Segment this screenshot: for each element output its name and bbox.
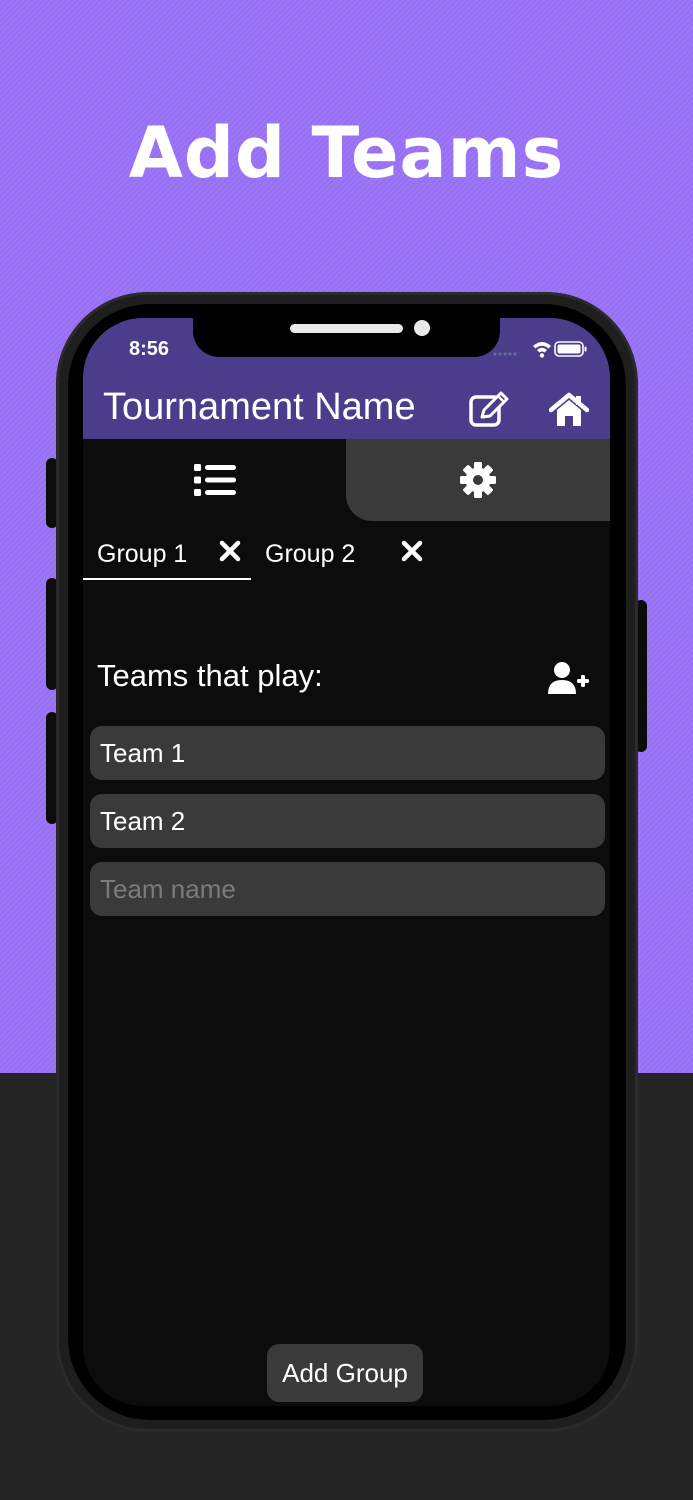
tab-bar: [83, 439, 610, 521]
close-icon[interactable]: [219, 540, 241, 562]
add-team-button[interactable]: [545, 658, 593, 698]
group-tab-2[interactable]: Group 2: [265, 528, 355, 580]
list-icon: [193, 464, 236, 496]
status-bar: 8:56: [83, 318, 610, 382]
notch: [193, 318, 500, 357]
team-item[interactable]: Team 2: [90, 794, 605, 848]
app-header: Tournament Name: [83, 382, 610, 439]
wifi-icon: [533, 342, 551, 358]
edit-icon: [469, 391, 509, 427]
phone-screen: 8:56 Tournament Name Group 1 Group 2 Tea…: [83, 318, 610, 1406]
battery-icon: [554, 341, 587, 357]
gear-icon: [460, 462, 496, 498]
home-icon: [549, 392, 589, 426]
add-group-button[interactable]: Add Group: [267, 1344, 423, 1402]
team-item[interactable]: Team 1: [90, 726, 605, 780]
home-button[interactable]: [547, 388, 591, 432]
tab-settings[interactable]: [346, 439, 610, 521]
add-user-icon: [548, 662, 589, 694]
status-time: 8:56: [129, 338, 170, 360]
teams-section-label: Teams that play:: [97, 658, 323, 693]
tab-teams-list[interactable]: [83, 439, 346, 521]
status-icons: [493, 341, 587, 358]
cellular-icon: [493, 352, 517, 356]
page-headline: Add Teams: [128, 112, 565, 194]
team-name-input[interactable]: [90, 862, 605, 916]
camera: [414, 320, 430, 336]
speaker: [290, 324, 403, 333]
group-tab-1[interactable]: Group 1: [97, 528, 187, 580]
edit-button[interactable]: [467, 388, 511, 432]
tournament-title: Tournament Name: [103, 386, 416, 428]
group-tab-1-indicator: [83, 578, 251, 580]
close-icon[interactable]: [401, 540, 423, 562]
